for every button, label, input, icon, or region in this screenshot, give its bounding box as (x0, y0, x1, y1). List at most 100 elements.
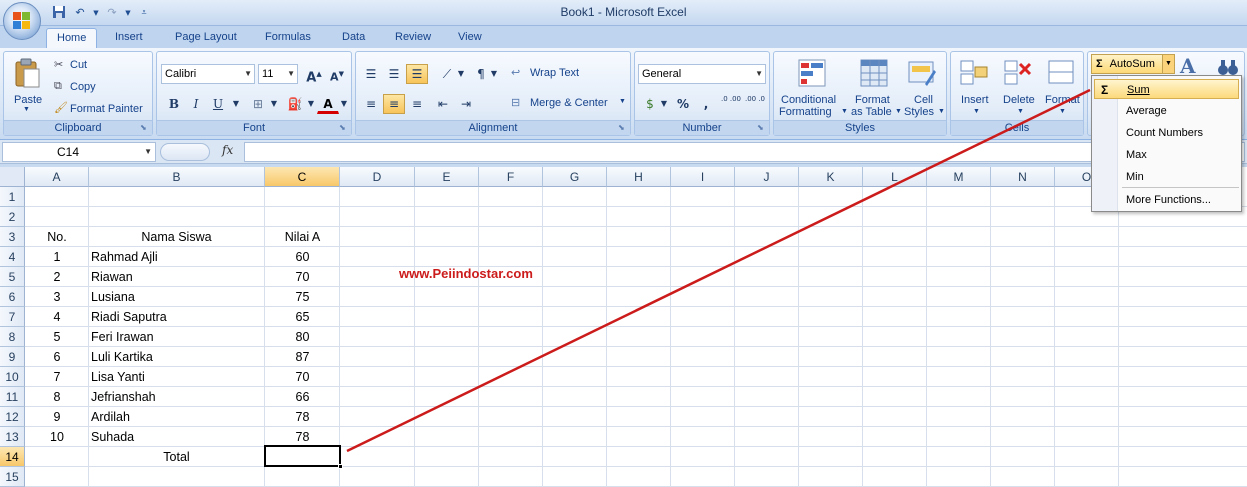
row-header-14[interactable]: 14 (0, 447, 25, 467)
cell-a5[interactable]: 2 (26, 267, 88, 287)
percent-button[interactable]: % (672, 94, 694, 114)
fill-handle[interactable] (338, 464, 343, 469)
borders-dropdown-icon[interactable]: ▼ (269, 94, 279, 114)
cell-c9[interactable]: 87 (265, 347, 340, 367)
office-button[interactable] (3, 2, 41, 40)
cell-c8[interactable]: 80 (265, 327, 340, 347)
currency-icon[interactable]: $ (639, 94, 661, 114)
cell-c6[interactable]: 75 (265, 287, 340, 307)
cell-b4[interactable]: Rahmad Ajli (89, 247, 264, 267)
menu-item-max[interactable]: Max (1094, 145, 1239, 165)
row-header-11[interactable]: 11 (0, 387, 25, 407)
align-left-icon[interactable]: ≡ (360, 94, 382, 114)
column-header-g[interactable]: G (543, 167, 607, 187)
column-header-c[interactable]: C (265, 167, 340, 187)
menu-item-average[interactable]: Average (1094, 101, 1239, 121)
cell-c7[interactable]: 65 (265, 307, 340, 327)
column-header-n[interactable]: N (991, 167, 1055, 187)
insert-cells-button[interactable]: Insert ▼ (955, 56, 997, 118)
cell-b11[interactable]: Jefrianshah (89, 387, 264, 407)
align-center-icon[interactable]: ≡ (383, 94, 405, 114)
copy-button[interactable]: ⧉ Copy (52, 79, 150, 97)
conditional-formatting-button[interactable]: Conditional Formatting ▼ (777, 56, 848, 118)
row-header-6[interactable]: 6 (0, 287, 25, 307)
font-family-select[interactable]: Calibri ▼ (161, 64, 255, 84)
wrap-text-button[interactable]: ↩ Wrap Text (511, 64, 626, 84)
menu-item-more-functions[interactable]: More Functions... (1094, 190, 1239, 210)
orientation-dropdown-icon[interactable]: ▼ (456, 64, 466, 84)
column-header-l[interactable]: L (863, 167, 927, 187)
tab-review[interactable]: Review (385, 28, 441, 48)
underline-button[interactable]: U (207, 94, 229, 114)
increase-decimal-button[interactable]: .0 .00 (719, 94, 743, 114)
comma-button[interactable]: , (695, 94, 717, 114)
shrink-font-button[interactable]: A▼ (326, 64, 348, 84)
number-format-select[interactable]: General ▼ (638, 64, 766, 84)
font-size-select[interactable]: 11 ▼ (258, 64, 298, 84)
column-header-i[interactable]: I (671, 167, 735, 187)
increase-indent-icon[interactable]: ⇥ (455, 94, 477, 114)
align-middle-icon[interactable]: ☰ (383, 64, 405, 84)
row-header-4[interactable]: 4 (0, 247, 25, 267)
cut-button[interactable]: ✂ Cut (52, 57, 150, 75)
alignment-launcher-icon[interactable]: ⬊ (618, 123, 628, 133)
fill-dropdown-icon[interactable]: ▼ (306, 94, 316, 114)
tab-home[interactable]: Home (46, 28, 98, 48)
row-header-7[interactable]: 7 (0, 307, 25, 327)
decrease-decimal-button[interactable]: .00 .0 (743, 94, 767, 114)
row-header-15[interactable]: 15 (0, 467, 25, 487)
decrease-indent-icon[interactable]: ⇤ (432, 94, 454, 114)
column-header-b[interactable]: B (89, 167, 265, 187)
formula-bar-handle-icon[interactable] (160, 143, 210, 161)
column-header-d[interactable]: D (340, 167, 415, 187)
cell-a12[interactable]: 9 (26, 407, 88, 427)
active-cell-c14[interactable] (264, 445, 343, 469)
cell-b3[interactable]: Nama Siswa (89, 227, 264, 247)
fill-color-icon[interactable]: ⛽ (284, 94, 306, 114)
cell-a4[interactable]: 1 (26, 247, 88, 267)
cell-b13[interactable]: Suhada (89, 427, 264, 447)
name-box[interactable]: C14 ▼ (2, 142, 156, 162)
cell-c12[interactable]: 78 (265, 407, 340, 427)
row-header-8[interactable]: 8 (0, 327, 25, 347)
menu-item-min[interactable]: Min (1094, 167, 1239, 187)
cell-c5[interactable]: 70 (265, 267, 340, 287)
menu-item-sum[interactable]: Σ Sum (1094, 79, 1239, 99)
grow-font-button[interactable]: A▲ (303, 64, 325, 85)
cell-c4[interactable]: 60 (265, 247, 340, 267)
column-header-m[interactable]: M (927, 167, 991, 187)
column-header-a[interactable]: A (25, 167, 89, 187)
row-header-3[interactable]: 3 (0, 227, 25, 247)
select-all-corner[interactable] (0, 167, 25, 187)
cell-b12[interactable]: Ardilah (89, 407, 264, 427)
cell-c10[interactable]: 70 (265, 367, 340, 387)
merge-center-button[interactable]: ⊟ Merge & Center ▼ (511, 94, 629, 114)
delete-cells-button[interactable]: Delete ▼ (999, 56, 1041, 118)
column-header-e[interactable]: E (415, 167, 479, 187)
cell-a11[interactable]: 8 (26, 387, 88, 407)
tab-page-layout[interactable]: Page Layout (165, 28, 247, 48)
align-right-icon[interactable]: ≡ (406, 94, 428, 114)
row-header-1[interactable]: 1 (0, 187, 25, 207)
cell-b6[interactable]: Lusiana (89, 287, 264, 307)
format-painter-button[interactable]: 🖌 Format Painter (52, 101, 150, 119)
format-cells-button[interactable]: Format ▼ (1043, 56, 1083, 118)
cell-a13[interactable]: 10 (26, 427, 88, 447)
cell-b8[interactable]: Feri Irawan (89, 327, 264, 347)
column-header-j[interactable]: J (735, 167, 799, 187)
borders-icon[interactable]: ⊞ (247, 94, 269, 114)
insert-function-icon[interactable]: fx (222, 143, 233, 157)
format-as-table-button[interactable]: Format as Table ▼ (849, 56, 902, 118)
column-header-k[interactable]: K (799, 167, 863, 187)
cell-a8[interactable]: 5 (26, 327, 88, 347)
cell-a3[interactable]: No. (26, 227, 88, 247)
row-header-9[interactable]: 9 (0, 347, 25, 367)
paste-button[interactable]: Paste ▼ (8, 56, 46, 118)
underline-dropdown-icon[interactable]: ▼ (231, 94, 241, 114)
menu-item-count-numbers[interactable]: Count Numbers (1094, 123, 1239, 143)
cell-b7[interactable]: Riadi Saputra (89, 307, 264, 327)
autosum-button[interactable]: Σ AutoSum ▼ (1091, 54, 1175, 74)
autosum-dropdown-icon[interactable]: ▼ (1162, 55, 1174, 73)
font-launcher-icon[interactable]: ⬊ (339, 123, 349, 133)
orientation-icon[interactable]: ⟋ (436, 64, 458, 84)
